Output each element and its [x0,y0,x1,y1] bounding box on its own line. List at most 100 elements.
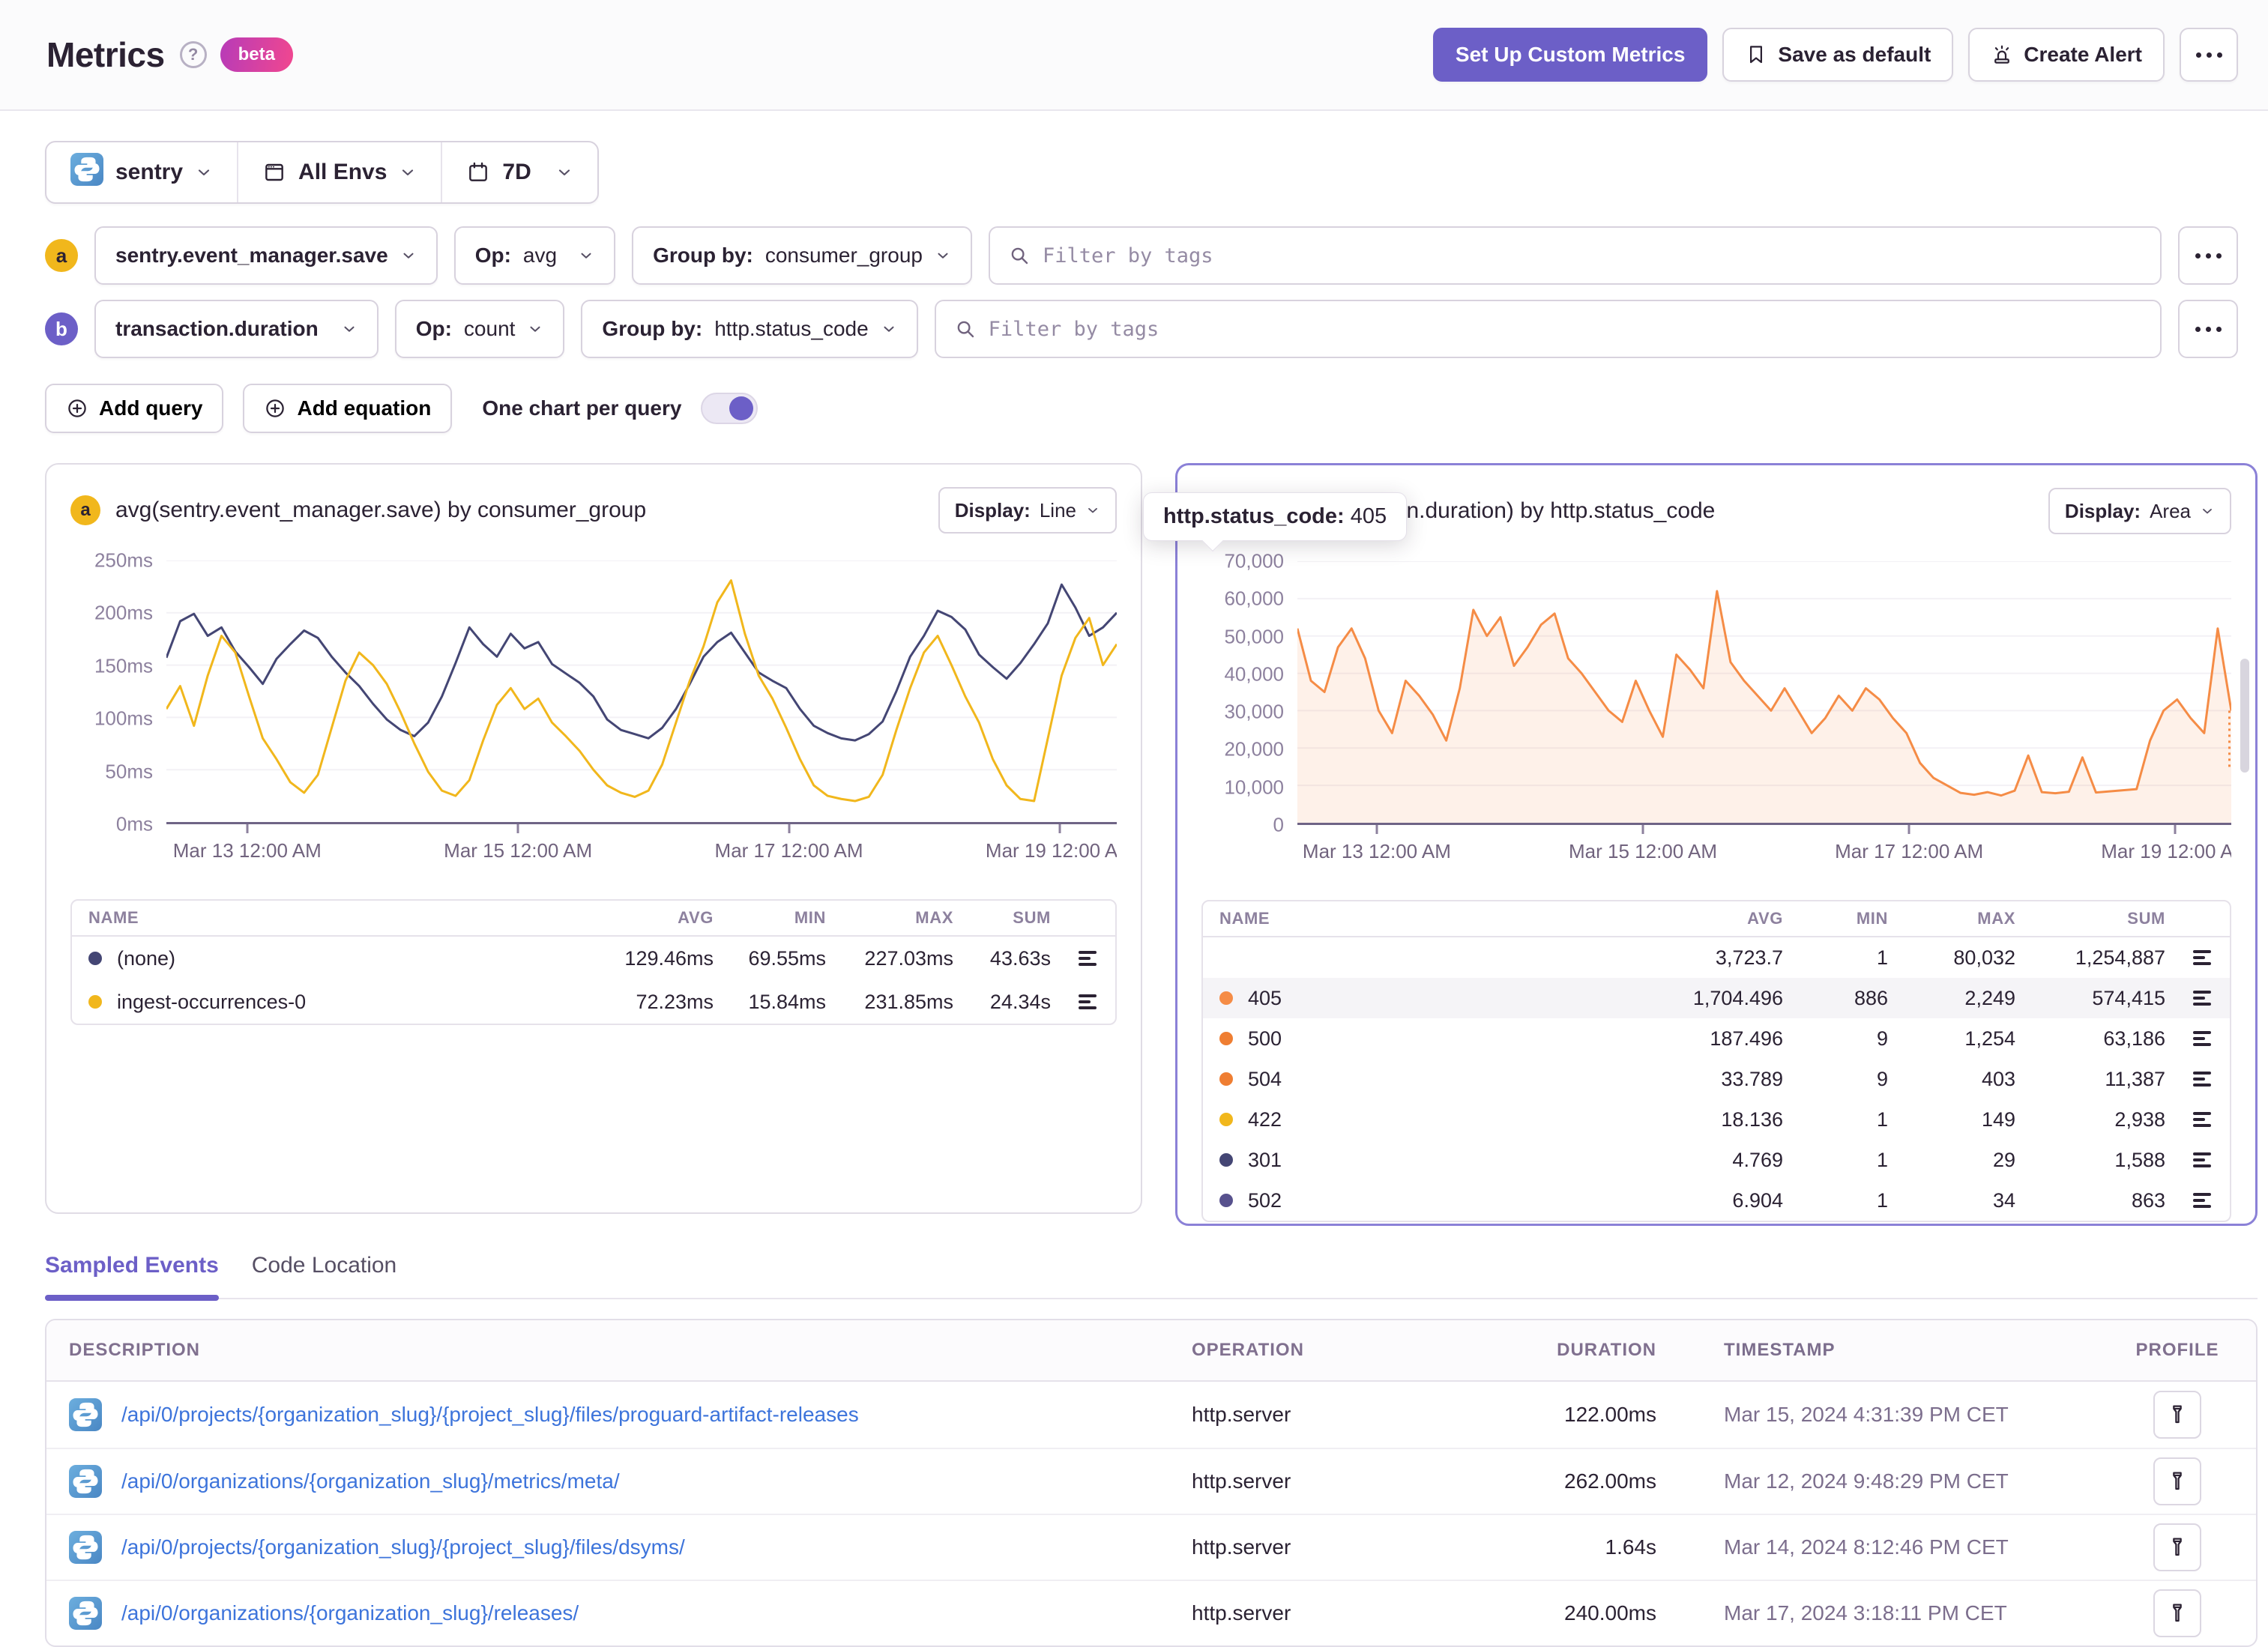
display-select-a[interactable]: Display: Line [938,487,1117,534]
avg-value: 187.496 [1710,1027,1783,1050]
add-to-filter-button[interactable] [2165,1110,2213,1129]
chevron-down-icon [2203,509,2212,514]
max-value: 34 [1992,1188,2015,1212]
metric-select-b[interactable]: transaction.duration [94,300,378,358]
series-name-cell: 502 [1219,1189,1618,1212]
y-tick-label: 30,000 [1224,700,1284,723]
x-tick-mark [246,824,249,833]
search-icon [1011,247,1028,265]
op-label-b: Op: [415,317,452,340]
add-to-filter-button[interactable] [1051,992,1099,1012]
summary-table-header: NAME AVG MIN MAX SUM [72,901,1115,937]
add-to-filter-button[interactable] [2165,988,2213,1008]
event-description-link[interactable]: /api/0/organizations/{organization_slug}… [121,1469,620,1493]
event-description-link[interactable]: /api/0/organizations/{organization_slug}… [121,1601,579,1625]
y-tick-label: 100ms [94,707,153,730]
save-as-default-label: Save as default [1778,43,1931,66]
tag-filter-input-a[interactable]: Filter by tags [988,226,2162,285]
profile-button[interactable] [2153,1523,2201,1571]
x-tick-mark [516,824,519,833]
tag-filter-input-b[interactable]: Filter by tags [934,300,2162,358]
create-alert-button[interactable]: Create Alert [1968,28,2165,82]
summary-table-row[interactable]: 405 1,704.496 886 2,249 574,415 [1203,978,2230,1018]
profile-flashlight-icon [2173,1472,2182,1490]
column-header-min: MIN [794,908,826,927]
date-range-selector[interactable]: 7D [442,142,597,202]
y-tick-label: 200ms [94,601,153,624]
avg-value: 6.904 [1732,1188,1783,1212]
header-more-button[interactable] [2180,28,2238,82]
plus-circle-icon [68,399,86,417]
project-selector[interactable]: sentry [46,142,239,202]
add-query-button[interactable]: Add query [45,384,224,433]
query-more-button-a[interactable] [2178,226,2238,285]
save-as-default-button[interactable]: Save as default [1722,28,1954,82]
event-operation: http.server [1192,1601,1291,1625]
profile-flashlight-icon [2173,1538,2182,1556]
column-header-name: NAME [88,908,139,927]
profile-button[interactable] [2153,1391,2201,1439]
summary-table-row[interactable]: 301 4.769 1 29 1,588 [1203,1140,2230,1180]
x-tick-mark [2174,825,2177,834]
sum-value: 1,588 [2114,1148,2165,1171]
event-operation: http.server [1192,1535,1291,1559]
x-tick-mark [1907,825,1910,834]
environment-selector[interactable]: All Envs [238,142,443,202]
display-select-b[interactable]: Display: Area [2048,488,2231,534]
event-description-link[interactable]: /api/0/projects/{organization_slug}/{pro… [121,1535,685,1559]
page-header: Metrics ? beta Set Up Custom Metrics Sav… [0,0,2268,111]
series-name-cell: 301 [1219,1149,1618,1172]
column-header-description: DESCRIPTION [69,1340,201,1360]
profile-button[interactable] [2153,1589,2201,1637]
metric-select-a[interactable]: sentry.event_manager.save [94,226,438,285]
chart-panel-b[interactable]: b count(transaction.duration) by http.st… [1143,463,2258,1226]
event-timestamp: Mar 12, 2024 9:48:29 PM CET [1724,1469,2009,1493]
summary-table-a: NAME AVG MIN MAX SUM (none) 129.46ms 69.55… [70,899,1117,1025]
add-to-filter-icon [2193,1152,2211,1167]
summary-table-row[interactable]: ingest-occurrences-0 72.23ms 15.84ms 231.85… [72,980,1115,1024]
groupby-select-b[interactable]: Group by: http.status_code [581,300,918,358]
y-axis-labels: 0ms 50ms 100ms 150ms 200ms 250ms [70,549,166,835]
calendar-icon [469,162,488,181]
event-description-link[interactable]: /api/0/projects/{organization_slug}/{pro… [121,1403,859,1427]
add-to-filter-button[interactable] [2165,1069,2213,1089]
summary-table-row[interactable]: 500 187.496 9 1,254 63,186 [1203,1018,2230,1059]
query-more-button-b[interactable] [2178,300,2238,358]
chevron-down-icon [530,326,540,332]
summary-table-row[interactable]: 502 6.904 1 34 863 [1203,1180,2230,1221]
help-icon[interactable]: ? [179,41,207,68]
add-to-filter-button[interactable] [2165,1150,2213,1170]
add-to-filter-button[interactable] [2165,1029,2213,1048]
summary-table-row[interactable]: 504 33.789 9 403 11,387 [1203,1059,2230,1099]
chart-panel-a[interactable]: a avg(sentry.event_manager.save) by cons… [45,463,1142,1214]
max-value: 29 [1992,1148,2015,1171]
ellipsis-icon [2195,253,2222,259]
add-to-filter-button[interactable] [2165,1191,2213,1210]
chevron-down-icon [1088,508,1097,513]
op-select-b[interactable]: Op: count [394,300,565,358]
tab-sampled-events[interactable]: Sampled Events [45,1253,219,1301]
sum-value: 11,387 [2105,1067,2165,1090]
add-to-filter-button[interactable] [2165,948,2213,967]
profile-button[interactable] [2153,1457,2201,1505]
table-scrollbar[interactable] [2240,659,2249,773]
summary-table-row[interactable]: 422 18.136 1 149 2,938 [1203,1099,2230,1140]
x-axis-labels: Mar 13 12:00 AM Mar 15 12:00 AM Mar 17 12:… [166,824,1117,868]
add-to-filter-button[interactable] [1051,949,1099,968]
summary-table-row[interactable]: 3,723.7 1 80,032 1,254,887 [1203,937,2230,978]
summary-table-row[interactable]: (none) 129.46ms 69.55ms 227.03ms 43.63s [72,937,1115,980]
groupby-select-a[interactable]: Group by: consumer_group [632,226,972,285]
setup-custom-metrics-button[interactable]: Set Up Custom Metrics [1432,28,1708,82]
y-tick-label: 20,000 [1224,737,1284,761]
avg-value: 129.46ms [624,946,714,970]
area-chart-b[interactable]: 0 10,000 20,000 30,000 40,000 50,000 60,000 70,… [1201,550,2231,836]
add-equation-button[interactable]: Add equation [243,384,453,433]
avg-value: 1,704.496 [1692,986,1783,1009]
op-select-a[interactable]: Op: avg [453,226,616,285]
line-chart-a[interactable]: 0ms 50ms 100ms 150ms 200ms 250ms [70,549,1117,835]
one-chart-per-query-toggle[interactable] [701,393,758,424]
event-table-row: /api/0/projects/{organization_slug}/{pro… [46,1514,2256,1580]
series-name-cell: 504 [1219,1068,1618,1091]
event-description-cell: /api/0/projects/{organization_slug}/{pro… [69,1531,1192,1564]
tab-code-location[interactable]: Code Location [252,1253,396,1298]
